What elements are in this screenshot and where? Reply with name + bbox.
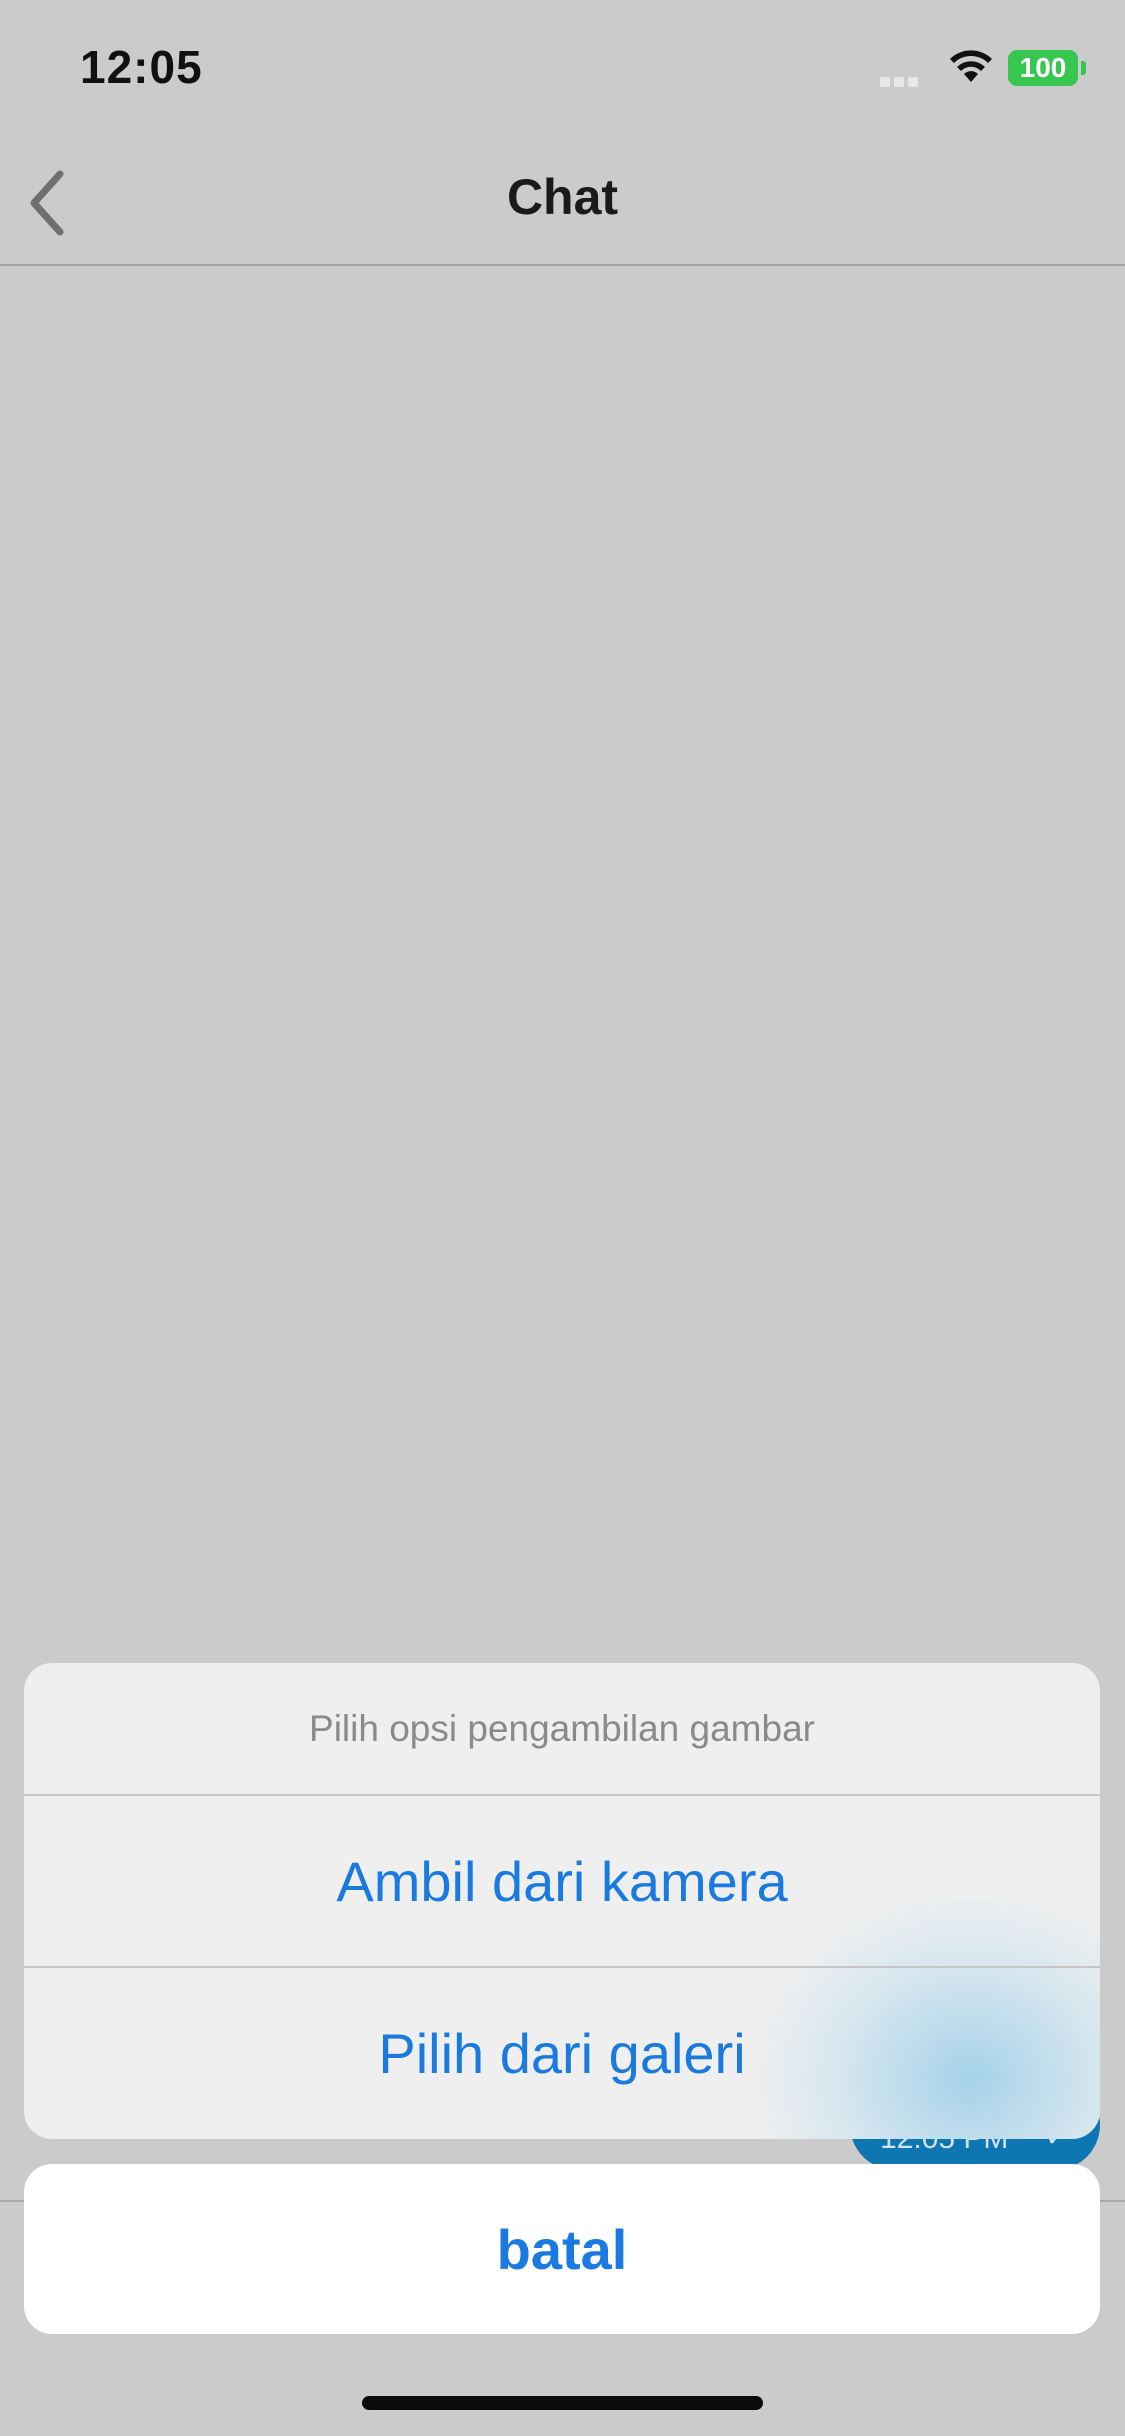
- navigation-bar: Chat: [0, 140, 1125, 266]
- choose-from-gallery-button[interactable]: Pilih dari galeri: [24, 1968, 1100, 2138]
- cancel-button[interactable]: batal: [24, 2164, 1100, 2334]
- wifi-icon: [950, 50, 992, 82]
- page-title: Chat: [506, 169, 619, 225]
- home-indicator[interactable]: [362, 2396, 763, 2410]
- take-from-camera-button[interactable]: Ambil dari kamera: [24, 1796, 1100, 1966]
- battery-icon: 100: [1008, 50, 1078, 86]
- battery-cap: [1081, 61, 1086, 75]
- action-sheet-title: Pilih opsi pengambilan gambar: [309, 1708, 815, 1749]
- action-sheet: Pilih opsi pengambilan gambar Ambil dari…: [24, 1663, 1100, 2139]
- status-bar: 12:05 100: [0, 0, 1125, 140]
- status-time: 12:05: [80, 41, 203, 93]
- cellular-signal-icon: [880, 74, 936, 87]
- chevron-left-icon[interactable]: [24, 168, 70, 238]
